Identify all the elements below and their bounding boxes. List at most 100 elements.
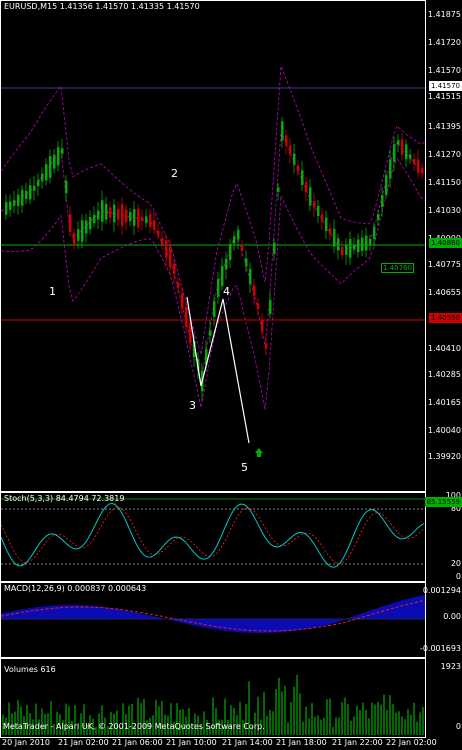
candle-body bbox=[181, 293, 184, 309]
candle-body bbox=[249, 269, 252, 284]
price-tick: 1.40165 bbox=[427, 398, 461, 407]
bollinger-middle bbox=[1, 130, 425, 382]
elliott-wave-line bbox=[186, 296, 250, 444]
macd-tick-zero: 0.00 bbox=[443, 612, 461, 621]
candle-body bbox=[117, 208, 120, 220]
candle-body bbox=[417, 159, 420, 173]
candle-body bbox=[173, 263, 176, 275]
wave-label-5: 5 bbox=[241, 461, 248, 474]
candle-body bbox=[313, 201, 316, 208]
candle-body bbox=[45, 164, 48, 181]
stochastic-canvas bbox=[1, 498, 425, 568]
candle-body bbox=[297, 165, 300, 172]
price-tick: 1.40040 bbox=[427, 426, 461, 435]
price-tick: 1.41875 bbox=[427, 10, 461, 19]
stochastic-title: Stoch(5,3,3) 84.4794 72.3819 bbox=[4, 494, 125, 503]
price-tick: 1.40285 bbox=[427, 370, 461, 379]
macd-tick-min: -0.001693 bbox=[419, 644, 461, 653]
up-arrow-icon bbox=[255, 448, 263, 457]
candle-body bbox=[365, 235, 368, 251]
candle-body bbox=[421, 168, 424, 174]
candle-body bbox=[101, 200, 104, 222]
candle-body bbox=[113, 204, 116, 223]
candle-body bbox=[33, 185, 36, 191]
candle-body bbox=[269, 300, 272, 314]
candle-body bbox=[105, 204, 108, 220]
volumes-axis: 1923 0 bbox=[426, 658, 462, 738]
bollinger-lower bbox=[1, 157, 425, 410]
candle-body bbox=[49, 156, 52, 178]
candle-body bbox=[213, 301, 216, 317]
candle-body bbox=[157, 230, 160, 236]
candle-body bbox=[393, 144, 396, 162]
volumes-title: Volumes 616 bbox=[4, 665, 56, 674]
price-chart-pane[interactable]: EURUSD,M15 1.41356 1.41570 1.41335 1.415… bbox=[0, 0, 426, 492]
candle-body bbox=[301, 170, 304, 185]
price-tag-box: 1.40760 bbox=[381, 263, 414, 273]
time-tick: 21 Jan 14:00 bbox=[222, 738, 273, 747]
candle-body bbox=[161, 238, 164, 244]
candle-body bbox=[377, 214, 380, 220]
candle-body bbox=[129, 212, 132, 221]
price-tag-red: 1.40550 bbox=[429, 313, 462, 323]
candle-body bbox=[141, 216, 144, 222]
candle-body bbox=[265, 343, 268, 349]
candle-body bbox=[217, 278, 220, 298]
copyright-text: MetaTrader - Alpari UK, © 2001-2009 Meta… bbox=[3, 722, 265, 731]
candle-body bbox=[5, 201, 8, 215]
volume-tick-zero: 0 bbox=[455, 722, 461, 731]
macd-pane[interactable]: MACD(12,26,9) 0.000837 0.000643 bbox=[0, 582, 426, 658]
candle-body bbox=[277, 187, 280, 192]
candle-body bbox=[29, 185, 32, 200]
candle-body bbox=[17, 194, 20, 207]
macd-axis: 0.001294 0.00 -0.001693 bbox=[420, 582, 462, 658]
stoch-tick-20: 20 bbox=[450, 559, 461, 568]
candle-body bbox=[353, 244, 356, 250]
candle-body bbox=[345, 244, 348, 255]
price-tick: 1.40775 bbox=[427, 260, 461, 269]
candle-body bbox=[273, 242, 276, 254]
candle-body bbox=[341, 246, 344, 256]
macd-tick-max: 0.001294 bbox=[422, 586, 461, 595]
price-tick: 1.39920 bbox=[427, 452, 461, 461]
time-axis: 20 Jan 2010 21 Jan 02:00 21 Jan 06:00 21… bbox=[0, 738, 462, 750]
candle-body bbox=[305, 182, 308, 192]
candle-body bbox=[329, 228, 332, 234]
candle-body bbox=[285, 135, 288, 146]
stochastic-pane[interactable]: Stoch(5,3,3) 84.4794 72.3819 bbox=[0, 492, 426, 582]
price-tick: 1.41515 bbox=[427, 92, 461, 101]
candle-body bbox=[209, 330, 212, 336]
candle-body bbox=[257, 303, 260, 309]
candle-body bbox=[61, 148, 64, 154]
candle-body bbox=[241, 246, 244, 251]
candle-body bbox=[381, 195, 384, 207]
macd-title: MACD(12,26,9) 0.000837 0.000643 bbox=[4, 584, 147, 593]
candle-body bbox=[89, 216, 92, 230]
candle-body bbox=[73, 232, 76, 246]
candle-body bbox=[281, 121, 284, 141]
candle-body bbox=[349, 239, 352, 258]
candle-body bbox=[165, 240, 168, 258]
time-tick: 21 Jan 06:00 bbox=[112, 738, 163, 747]
stoch-signal-line bbox=[1, 506, 425, 565]
candle-body bbox=[21, 189, 24, 206]
price-chart-canvas[interactable] bbox=[1, 1, 425, 491]
candle-body bbox=[81, 220, 84, 242]
time-tick: 21 Jan 22:00 bbox=[332, 738, 383, 747]
candle-body bbox=[413, 158, 416, 164]
volume-tick-max: 1923 bbox=[440, 662, 461, 671]
price-tag-green: 1.40860 bbox=[429, 238, 462, 248]
candle-body bbox=[53, 154, 56, 169]
candle-body bbox=[85, 220, 88, 234]
candle-body bbox=[361, 237, 364, 252]
candle-body bbox=[109, 207, 112, 218]
candle-body bbox=[325, 217, 328, 232]
candle-body bbox=[9, 201, 12, 210]
price-tick: 1.40655 bbox=[427, 288, 461, 297]
price-tick: 1.41570 bbox=[427, 66, 461, 75]
candle-body bbox=[169, 246, 172, 268]
time-tick: 20 Jan 2010 bbox=[2, 738, 50, 747]
price-tick: 1.41030 bbox=[427, 206, 461, 215]
candle-body bbox=[401, 139, 404, 155]
price-tick: 1.41720 bbox=[427, 38, 461, 47]
